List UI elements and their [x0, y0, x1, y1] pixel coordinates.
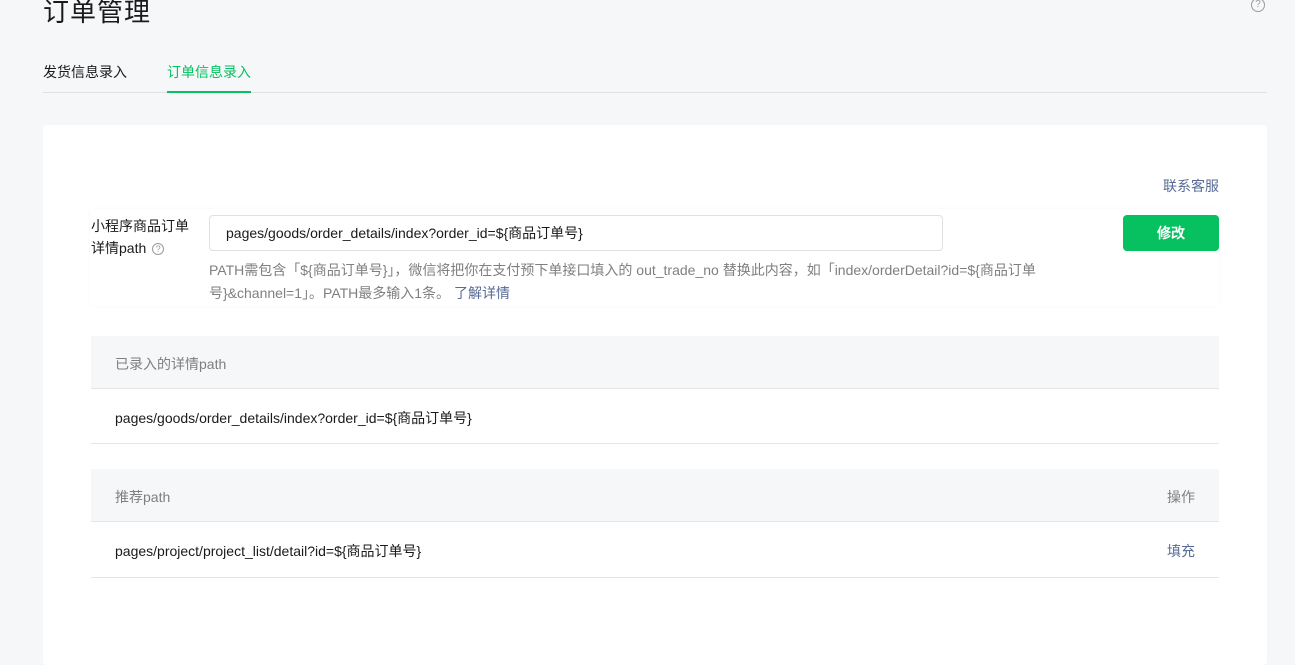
question-icon[interactable]: ?: [152, 243, 165, 255]
recorded-path-cell: pages/goods/order_details/index?order_id…: [115, 410, 472, 426]
tab-order-info[interactable]: 订单信息录入: [167, 62, 251, 93]
path-field-label-line1: 小程序商品订单: [91, 218, 189, 234]
modify-button[interactable]: 修改: [1123, 215, 1219, 251]
learn-more-link[interactable]: 了解详情: [454, 285, 510, 301]
path-field-label-line2: 详情path: [91, 240, 147, 256]
recorded-table-header: 已录入的详情path: [91, 336, 1219, 389]
table-row: pages/goods/order_details/index?order_id…: [91, 389, 1219, 444]
recommended-table-header: 推荐path 操作: [91, 469, 1219, 522]
path-field-label: 小程序商品订单 详情path ?: [91, 215, 196, 259]
table-row: pages/project/project_list/detail?id=${商…: [91, 522, 1219, 578]
path-hint: PATH需包含「${商品订单号}」，微信将把你在支付预下单接口填入的 out_t…: [209, 259, 1089, 305]
main-card: 联系客服 小程序商品订单 详情path ? 修改 PATH需包含「${商品订单号…: [43, 125, 1267, 665]
path-input[interactable]: [209, 215, 943, 251]
recommended-path-cell: pages/project/project_list/detail?id=${商…: [115, 543, 422, 559]
tab-shipping-info[interactable]: 发货信息录入: [43, 62, 127, 93]
contact-support-link[interactable]: 联系客服: [1163, 176, 1219, 196]
help-icon[interactable]: ?: [1251, 0, 1265, 12]
recommended-path-table: 推荐path 操作 pages/project/project_list/det…: [91, 469, 1219, 578]
recorded-header-label: 已录入的详情path: [115, 356, 227, 372]
tab-bar: 发货信息录入 订单信息录入: [43, 50, 1267, 93]
fill-link[interactable]: 填充: [1167, 541, 1195, 561]
recommended-header-path: 推荐path: [115, 489, 171, 505]
recommended-header-action: 操作: [1167, 489, 1195, 505]
recorded-path-table: 已录入的详情path pages/goods/order_details/ind…: [91, 336, 1219, 444]
page-title: 订单管理: [43, 0, 152, 27]
path-hint-text: PATH需包含「${商品订单号}」，微信将把你在支付预下单接口填入的 out_t…: [209, 262, 1036, 301]
path-form: 小程序商品订单 详情path ? 修改 PATH需包含「${商品订单号}」，微信…: [90, 209, 1219, 306]
